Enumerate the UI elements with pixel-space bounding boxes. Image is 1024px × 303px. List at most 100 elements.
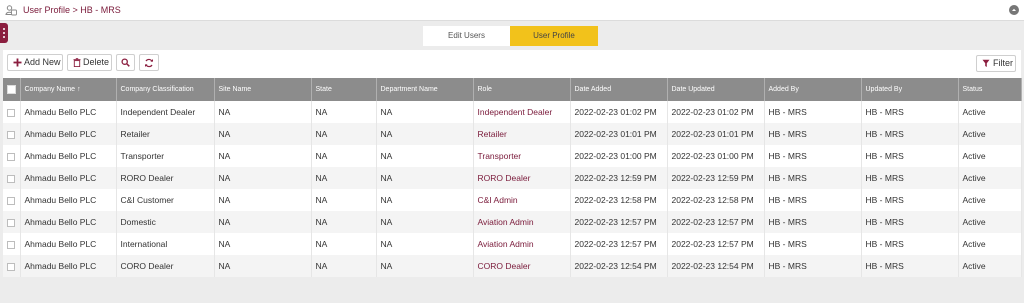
site-name-cell: NA bbox=[214, 123, 312, 145]
role-link[interactable]: Transporter bbox=[473, 145, 571, 167]
header-state[interactable]: State bbox=[311, 78, 377, 101]
table-row[interactable]: Ahmadu Bello PLC International NA NA NA … bbox=[3, 233, 1022, 255]
view-tabs: Edit Users User Profile bbox=[423, 26, 598, 46]
row-checkbox[interactable] bbox=[7, 152, 15, 161]
state-cell: NA bbox=[311, 255, 377, 277]
status-cell: Active bbox=[958, 211, 1022, 233]
tab-user-profile[interactable]: User Profile bbox=[510, 26, 598, 46]
updated-by-cell: HB - MRS bbox=[861, 211, 959, 233]
table-row[interactable]: Ahmadu Bello PLC Retailer NA NA NA Retai… bbox=[3, 123, 1022, 145]
add-new-button[interactable]: Add New bbox=[7, 54, 63, 71]
header-site-name[interactable]: Site Name bbox=[214, 78, 312, 101]
added-by-cell: HB - MRS bbox=[764, 211, 862, 233]
toolbar: Add New Delete Filter bbox=[3, 50, 1021, 76]
date-updated-cell: 2022-02-23 12:58 PM bbox=[667, 189, 765, 211]
state-cell: NA bbox=[311, 145, 377, 167]
row-checkbox[interactable] bbox=[7, 218, 15, 227]
site-name-cell: NA bbox=[214, 211, 312, 233]
role-link[interactable]: Retailer bbox=[473, 123, 571, 145]
top-bar: User Profile > HB - MRS bbox=[0, 0, 1024, 21]
table-row[interactable]: Ahmadu Bello PLC Independent Dealer NA N… bbox=[3, 101, 1022, 123]
header-date-updated[interactable]: Date Updated bbox=[667, 78, 765, 101]
status-cell: Active bbox=[958, 255, 1022, 277]
date-updated-cell: 2022-02-23 01:00 PM bbox=[667, 145, 765, 167]
table-row[interactable]: Ahmadu Bello PLC CORO Dealer NA NA NA CO… bbox=[3, 255, 1022, 277]
row-select-cell bbox=[3, 211, 21, 233]
company-name-cell: Ahmadu Bello PLC bbox=[20, 233, 117, 255]
site-name-cell: NA bbox=[214, 145, 312, 167]
table-row[interactable]: Ahmadu Bello PLC RORO Dealer NA NA NA RO… bbox=[3, 167, 1022, 189]
updated-by-cell: HB - MRS bbox=[861, 123, 959, 145]
department-cell: NA bbox=[376, 101, 474, 123]
header-select-all-cell bbox=[3, 78, 21, 101]
collapse-arrow-icon[interactable] bbox=[1009, 5, 1019, 15]
search-button[interactable] bbox=[116, 54, 135, 71]
header-added-by[interactable]: Added By bbox=[764, 78, 862, 101]
add-new-label: Add New bbox=[24, 57, 61, 67]
row-select-cell bbox=[3, 123, 21, 145]
row-checkbox[interactable] bbox=[7, 174, 15, 183]
tab-edit-users[interactable]: Edit Users bbox=[423, 26, 510, 46]
role-link[interactable]: Aviation Admin bbox=[473, 233, 571, 255]
header-updated-by[interactable]: Updated By bbox=[861, 78, 959, 101]
header-role[interactable]: Role bbox=[473, 78, 571, 101]
user-profile-app-icon bbox=[5, 5, 17, 16]
role-link[interactable]: Independent Dealer bbox=[473, 101, 571, 123]
select-all-checkbox[interactable] bbox=[7, 85, 16, 94]
site-name-cell: NA bbox=[214, 255, 312, 277]
role-link[interactable]: Aviation Admin bbox=[473, 211, 571, 233]
role-link[interactable]: RORO Dealer bbox=[473, 167, 571, 189]
date-added-cell: 2022-02-23 12:57 PM bbox=[570, 211, 668, 233]
side-menu-handle[interactable] bbox=[0, 23, 8, 43]
site-name-cell: NA bbox=[214, 233, 312, 255]
classification-cell: Transporter bbox=[116, 145, 215, 167]
row-checkbox[interactable] bbox=[7, 240, 15, 249]
header-company-name[interactable]: Company Name ↑ bbox=[20, 78, 117, 101]
updated-by-cell: HB - MRS bbox=[861, 101, 959, 123]
sort-ascending-icon: ↑ bbox=[77, 86, 81, 93]
role-link[interactable]: CORO Dealer bbox=[473, 255, 571, 277]
date-updated-cell: 2022-02-23 01:02 PM bbox=[667, 101, 765, 123]
filter-button[interactable]: Filter bbox=[976, 55, 1016, 72]
header-label: Company Name bbox=[24, 86, 76, 93]
user-profile-panel: Add New Delete Filter Company Name ↑ Com… bbox=[3, 50, 1022, 277]
company-name-cell: Ahmadu Bello PLC bbox=[20, 167, 117, 189]
added-by-cell: HB - MRS bbox=[764, 101, 862, 123]
row-checkbox[interactable] bbox=[7, 130, 15, 139]
header-department-name[interactable]: Department Name bbox=[376, 78, 474, 101]
delete-button[interactable]: Delete bbox=[67, 54, 112, 71]
added-by-cell: HB - MRS bbox=[764, 189, 862, 211]
row-checkbox[interactable] bbox=[7, 108, 15, 117]
added-by-cell: HB - MRS bbox=[764, 123, 862, 145]
state-cell: NA bbox=[311, 123, 377, 145]
refresh-icon bbox=[145, 58, 153, 68]
role-link[interactable]: C&I Admin bbox=[473, 189, 571, 211]
table-row[interactable]: Ahmadu Bello PLC Transporter NA NA NA Tr… bbox=[3, 145, 1022, 167]
company-name-cell: Ahmadu Bello PLC bbox=[20, 123, 117, 145]
row-checkbox[interactable] bbox=[7, 262, 15, 271]
site-name-cell: NA bbox=[214, 101, 312, 123]
header-date-added[interactable]: Date Added bbox=[570, 78, 668, 101]
classification-cell: International bbox=[116, 233, 215, 255]
department-cell: NA bbox=[376, 255, 474, 277]
header-status[interactable]: Status bbox=[958, 78, 1022, 101]
date-updated-cell: 2022-02-23 12:59 PM bbox=[667, 167, 765, 189]
classification-cell: Independent Dealer bbox=[116, 101, 215, 123]
row-select-cell bbox=[3, 167, 21, 189]
table-row[interactable]: Ahmadu Bello PLC C&I Customer NA NA NA C… bbox=[3, 189, 1022, 211]
header-company-classification[interactable]: Company Classification bbox=[116, 78, 215, 101]
date-updated-cell: 2022-02-23 12:57 PM bbox=[667, 233, 765, 255]
classification-cell: Domestic bbox=[116, 211, 215, 233]
date-added-cell: 2022-02-23 01:00 PM bbox=[570, 145, 668, 167]
date-added-cell: 2022-02-23 01:01 PM bbox=[570, 123, 668, 145]
refresh-button[interactable] bbox=[139, 54, 159, 71]
table-row[interactable]: Ahmadu Bello PLC Domestic NA NA NA Aviat… bbox=[3, 211, 1022, 233]
department-cell: NA bbox=[376, 189, 474, 211]
table-header-row: Company Name ↑ Company Classification Sit… bbox=[3, 78, 1022, 101]
state-cell: NA bbox=[311, 233, 377, 255]
state-cell: NA bbox=[311, 167, 377, 189]
updated-by-cell: HB - MRS bbox=[861, 233, 959, 255]
row-checkbox[interactable] bbox=[7, 196, 15, 205]
department-cell: NA bbox=[376, 145, 474, 167]
row-select-cell bbox=[3, 233, 21, 255]
